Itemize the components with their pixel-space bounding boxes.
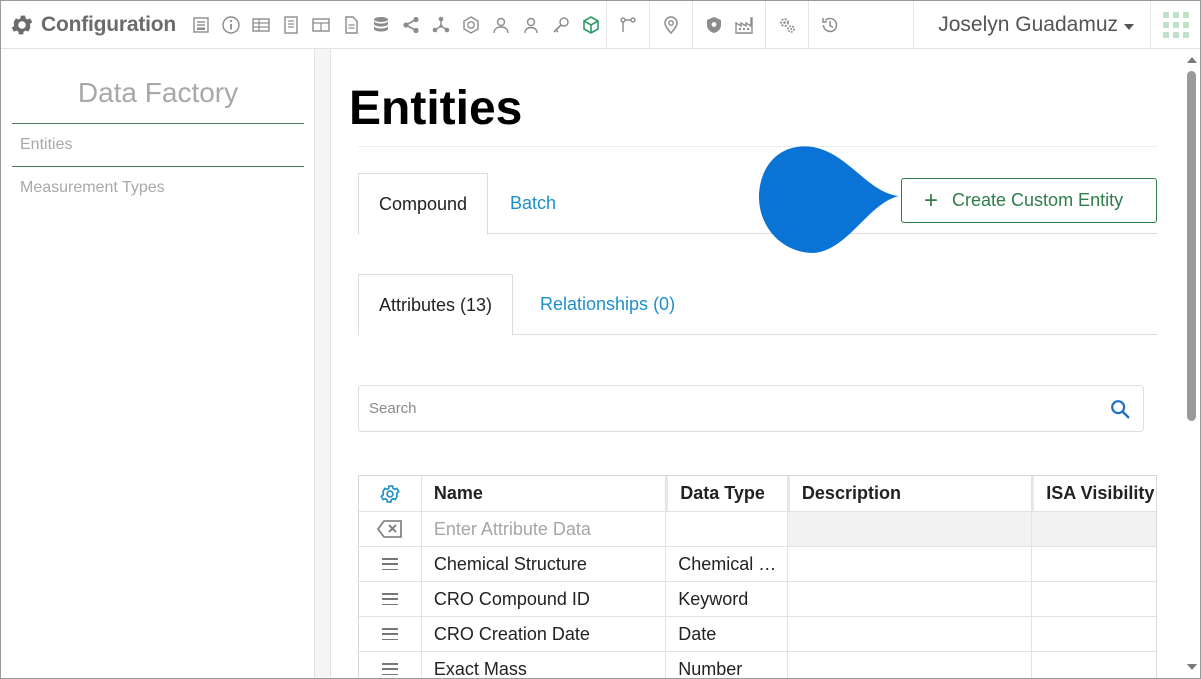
sidebar-item-measurement-types[interactable]: Measurement Types <box>12 167 304 209</box>
cell-data-type[interactable]: Number <box>666 652 788 678</box>
table-row[interactable]: Chemical Structure Chemical Structure <box>359 547 1156 582</box>
table-row[interactable]: CRO Compound ID Keyword <box>359 582 1156 617</box>
cell-isa-visibility[interactable] <box>1032 617 1156 651</box>
column-header-isa-visibility[interactable]: ISA Visibility <box>1032 476 1156 511</box>
table-row[interactable]: Exact Mass Number <box>359 652 1156 678</box>
cell-data-type[interactable]: Date <box>666 617 788 651</box>
cell-name[interactable]: CRO Creation Date <box>422 617 667 651</box>
network-icon[interactable] <box>426 1 456 49</box>
shield-icon[interactable] <box>699 1 729 49</box>
key-icon[interactable] <box>546 1 576 49</box>
info-icon[interactable] <box>216 1 246 49</box>
column-header-data-type[interactable]: Data Type <box>666 476 788 511</box>
scroll-up-icon[interactable] <box>1187 57 1197 63</box>
table-row[interactable]: CRO Creation Date Date <box>359 617 1156 652</box>
tab-compound[interactable]: Compound <box>358 173 489 235</box>
sidebar-divider <box>315 49 331 678</box>
document-icon[interactable] <box>336 1 366 49</box>
cell-name[interactable]: Exact Mass <box>422 652 667 678</box>
tab-attributes[interactable]: Attributes (13) <box>358 274 514 336</box>
vertical-scrollbar[interactable] <box>1183 49 1200 678</box>
toolbar-icon-group <box>186 1 851 49</box>
toolbar-icon-group-4 <box>693 1 765 49</box>
form-icon[interactable] <box>186 1 216 49</box>
sidebar: Data Factory Entities Measurement Types <box>1 49 315 678</box>
factory-icon[interactable] <box>729 1 759 49</box>
tab-relationships[interactable]: Relationships (0) <box>520 274 695 335</box>
cell-data-type[interactable]: Chemical Structure <box>666 547 788 581</box>
badge-icon[interactable] <box>456 1 486 49</box>
table-icon[interactable] <box>246 1 276 49</box>
create-button-label: Create Custom Entity <box>952 190 1124 210</box>
cell-description[interactable] <box>788 652 1033 678</box>
cell-data-type[interactable]: Keyword <box>666 582 788 616</box>
attributes-grid: Name Data Type Description ISA Visibilit… <box>358 475 1157 678</box>
clear-entry-icon[interactable] <box>359 512 422 546</box>
cell-isa-visibility[interactable] <box>1032 547 1156 581</box>
cell-isa-visibility[interactable] <box>1032 652 1156 678</box>
cell-name[interactable]: Chemical Structure <box>422 547 667 581</box>
grid-table-icon[interactable] <box>306 1 336 49</box>
share-icon[interactable] <box>396 1 426 49</box>
drag-handle-icon[interactable] <box>359 582 422 616</box>
cell-isa-visibility[interactable] <box>1032 582 1156 616</box>
page-title: Entities <box>349 82 523 135</box>
user-name: Joselyn Guadamuz <box>938 13 1118 36</box>
plus-icon: + <box>924 186 939 214</box>
cell-description[interactable] <box>788 582 1033 616</box>
search-icon[interactable] <box>1109 398 1131 420</box>
grid-header-row: Name Data Type Description ISA Visibilit… <box>359 476 1156 512</box>
search-box <box>358 385 1144 432</box>
apps-grid-icon[interactable] <box>1150 1 1200 49</box>
gears-icon[interactable] <box>772 1 802 49</box>
history-icon[interactable] <box>815 1 845 49</box>
create-custom-entity-button[interactable]: + Create Custom Entity <box>901 178 1157 223</box>
column-settings-icon[interactable] <box>359 476 422 511</box>
cell-description[interactable] <box>788 547 1033 581</box>
attribute-entry-visibility <box>1032 512 1156 546</box>
chevron-down-icon <box>1124 23 1134 30</box>
cube-icon[interactable] <box>576 1 606 49</box>
attribute-tabs: Attributes (13) Relationships (0) <box>358 274 1157 336</box>
column-header-name[interactable]: Name <box>422 476 667 511</box>
app-title: Configuration <box>41 12 177 36</box>
column-header-description[interactable]: Description <box>787 476 1033 511</box>
sidebar-item-entities[interactable]: Entities <box>12 124 304 167</box>
toolbar-icon-group-2 <box>607 1 649 49</box>
database-icon[interactable] <box>366 1 396 49</box>
drag-handle-icon[interactable] <box>359 652 422 678</box>
app-brand[interactable]: Configuration <box>1 1 186 49</box>
scrollbar-thumb[interactable] <box>1187 71 1196 421</box>
cell-description[interactable] <box>788 617 1033 651</box>
toolbar-icon-group-3 <box>650 1 692 49</box>
user-icon[interactable] <box>516 1 546 49</box>
cell-name[interactable]: CRO Compound ID <box>422 582 667 616</box>
attribute-entry-description <box>787 512 1033 546</box>
attribute-entry-type[interactable] <box>666 512 788 546</box>
sidebar-title: Data Factory <box>12 77 304 124</box>
pointer-marker <box>759 146 899 253</box>
location-pin-icon[interactable] <box>656 1 686 49</box>
app-window: Configuration Joselyn Guadamuz Data Fact… <box>0 0 1201 679</box>
users-icon[interactable] <box>486 1 516 49</box>
tab-batch[interactable]: Batch <box>490 173 576 234</box>
workflow-icon[interactable] <box>613 1 643 49</box>
new-attribute-row: Enter Attribute Data <box>359 512 1156 547</box>
drag-handle-icon[interactable] <box>359 547 422 581</box>
scroll-down-icon[interactable] <box>1187 664 1197 670</box>
top-toolbar: Configuration Joselyn Guadamuz <box>1 1 1200 49</box>
toolbar-icon-group-5 <box>766 1 808 49</box>
notebook-icon[interactable] <box>276 1 306 49</box>
user-menu[interactable]: Joselyn Guadamuz <box>913 1 1134 49</box>
toolbar-icon-group-6 <box>809 1 851 49</box>
gear-icon <box>11 15 33 34</box>
drag-handle-icon[interactable] <box>359 617 422 651</box>
attribute-entry-input[interactable]: Enter Attribute Data <box>422 512 667 546</box>
search-input[interactable] <box>369 400 1109 417</box>
